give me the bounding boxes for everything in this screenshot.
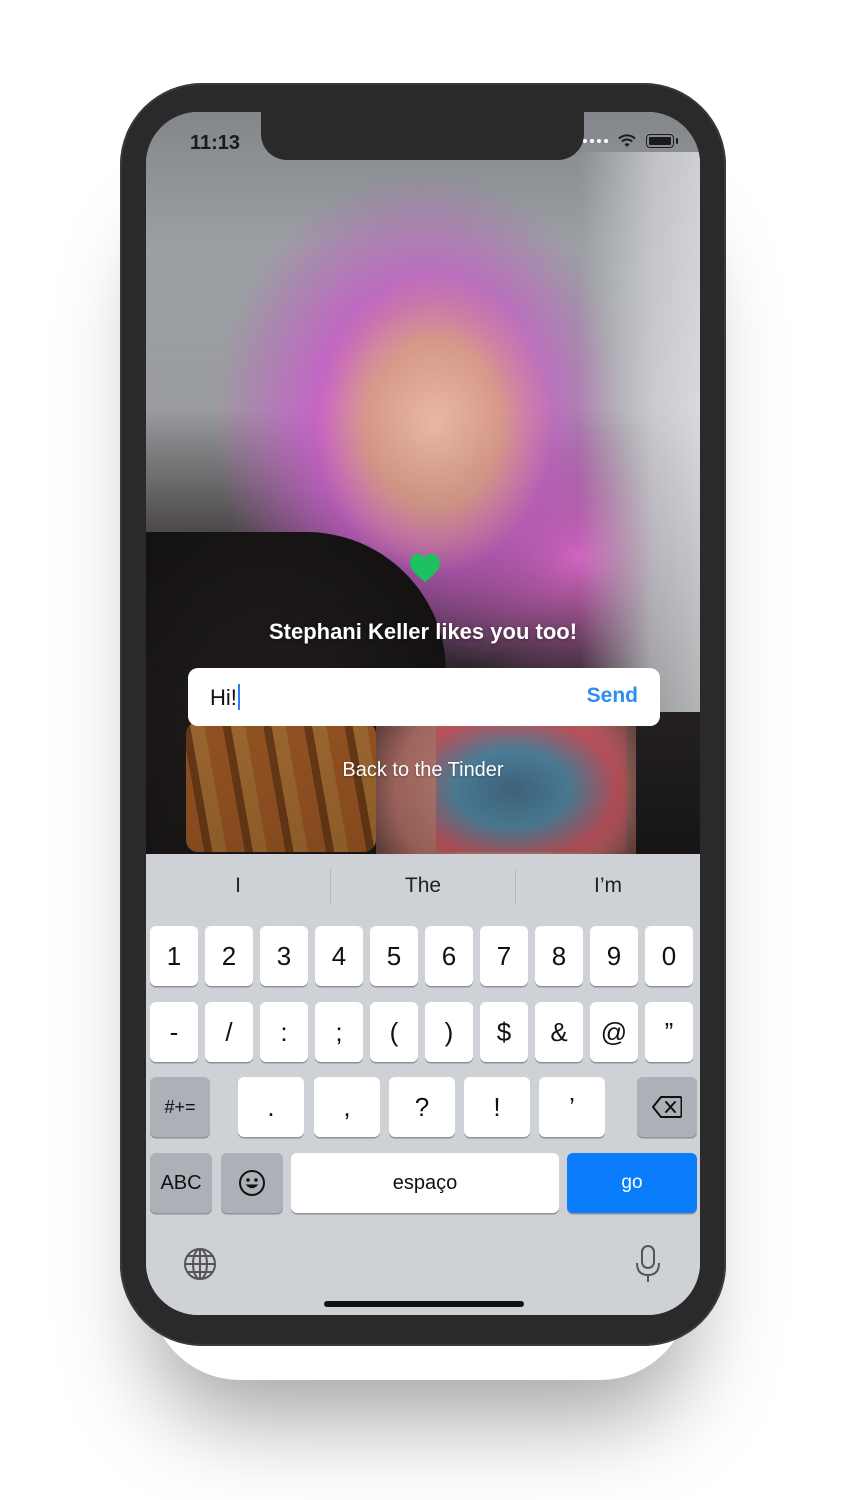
key-exclamation[interactable]: ! (464, 1077, 530, 1137)
send-button[interactable]: Send (587, 684, 638, 708)
message-input[interactable]: Hi! (210, 684, 240, 711)
notch (261, 112, 584, 160)
backspace-icon (652, 1096, 682, 1118)
emoji-icon (239, 1170, 265, 1196)
screen: 11:13 Stephani Keller likes you too! Hi!… (146, 112, 700, 1315)
key-dollar[interactable]: $ (480, 1002, 528, 1062)
battery-icon (646, 134, 678, 148)
key-6[interactable]: 6 (425, 926, 473, 986)
symbols-key[interactable]: #+= (150, 1077, 210, 1137)
key-comma[interactable]: , (314, 1077, 380, 1137)
backspace-key[interactable] (637, 1077, 697, 1137)
status-icons (583, 134, 678, 148)
message-composer[interactable]: Hi! Send (188, 668, 660, 726)
suggestion-bar: I The I’m (146, 854, 700, 918)
space-key[interactable]: espaço (291, 1153, 559, 1213)
key-colon[interactable]: : (260, 1002, 308, 1062)
key-apostrophe[interactable]: ’ (539, 1077, 605, 1137)
key-3[interactable]: 3 (260, 926, 308, 986)
key-question[interactable]: ? (389, 1077, 455, 1137)
home-indicator (324, 1301, 524, 1307)
emoji-key[interactable] (221, 1153, 283, 1213)
text-caret (237, 684, 240, 710)
abc-key[interactable]: ABC (150, 1153, 212, 1213)
key-quote[interactable]: ” (645, 1002, 693, 1062)
message-input-value: Hi! (210, 685, 237, 710)
key-ampersand[interactable]: & (535, 1002, 583, 1062)
key-2[interactable]: 2 (205, 926, 253, 986)
suggestion-2[interactable]: The (331, 854, 515, 918)
key-period[interactable]: . (238, 1077, 304, 1137)
key-5[interactable]: 5 (370, 926, 418, 986)
status-time: 11:13 (190, 132, 241, 154)
key-7[interactable]: 7 (480, 926, 528, 986)
globe-icon[interactable] (183, 1247, 217, 1281)
suggestion-3[interactable]: I’m (516, 854, 700, 918)
key-slash[interactable]: / (205, 1002, 253, 1062)
profile-photo (146, 112, 700, 854)
key-1[interactable]: 1 (150, 926, 198, 986)
heart-icon (410, 554, 440, 582)
signal-icon (583, 139, 608, 143)
key-0[interactable]: 0 (645, 926, 693, 986)
key-close-paren[interactable]: ) (425, 1002, 473, 1062)
key-4[interactable]: 4 (315, 926, 363, 986)
keyboard: I The I’m 1 2 3 4 5 6 7 8 9 0 - / : ; ( … (146, 854, 700, 1315)
go-key[interactable]: go (567, 1153, 697, 1213)
suggestion-1[interactable]: I (146, 854, 330, 918)
microphone-icon[interactable] (635, 1244, 661, 1284)
key-open-paren[interactable]: ( (370, 1002, 418, 1062)
wifi-icon (618, 134, 636, 147)
match-title: Stephani Keller likes you too! (268, 619, 578, 644)
key-semicolon[interactable]: ; (315, 1002, 363, 1062)
key-at[interactable]: @ (590, 1002, 638, 1062)
key-8[interactable]: 8 (535, 926, 583, 986)
key-9[interactable]: 9 (590, 926, 638, 986)
key-hyphen[interactable]: - (150, 1002, 198, 1062)
back-to-tinder-link[interactable]: Back to the Tinder (146, 759, 700, 782)
